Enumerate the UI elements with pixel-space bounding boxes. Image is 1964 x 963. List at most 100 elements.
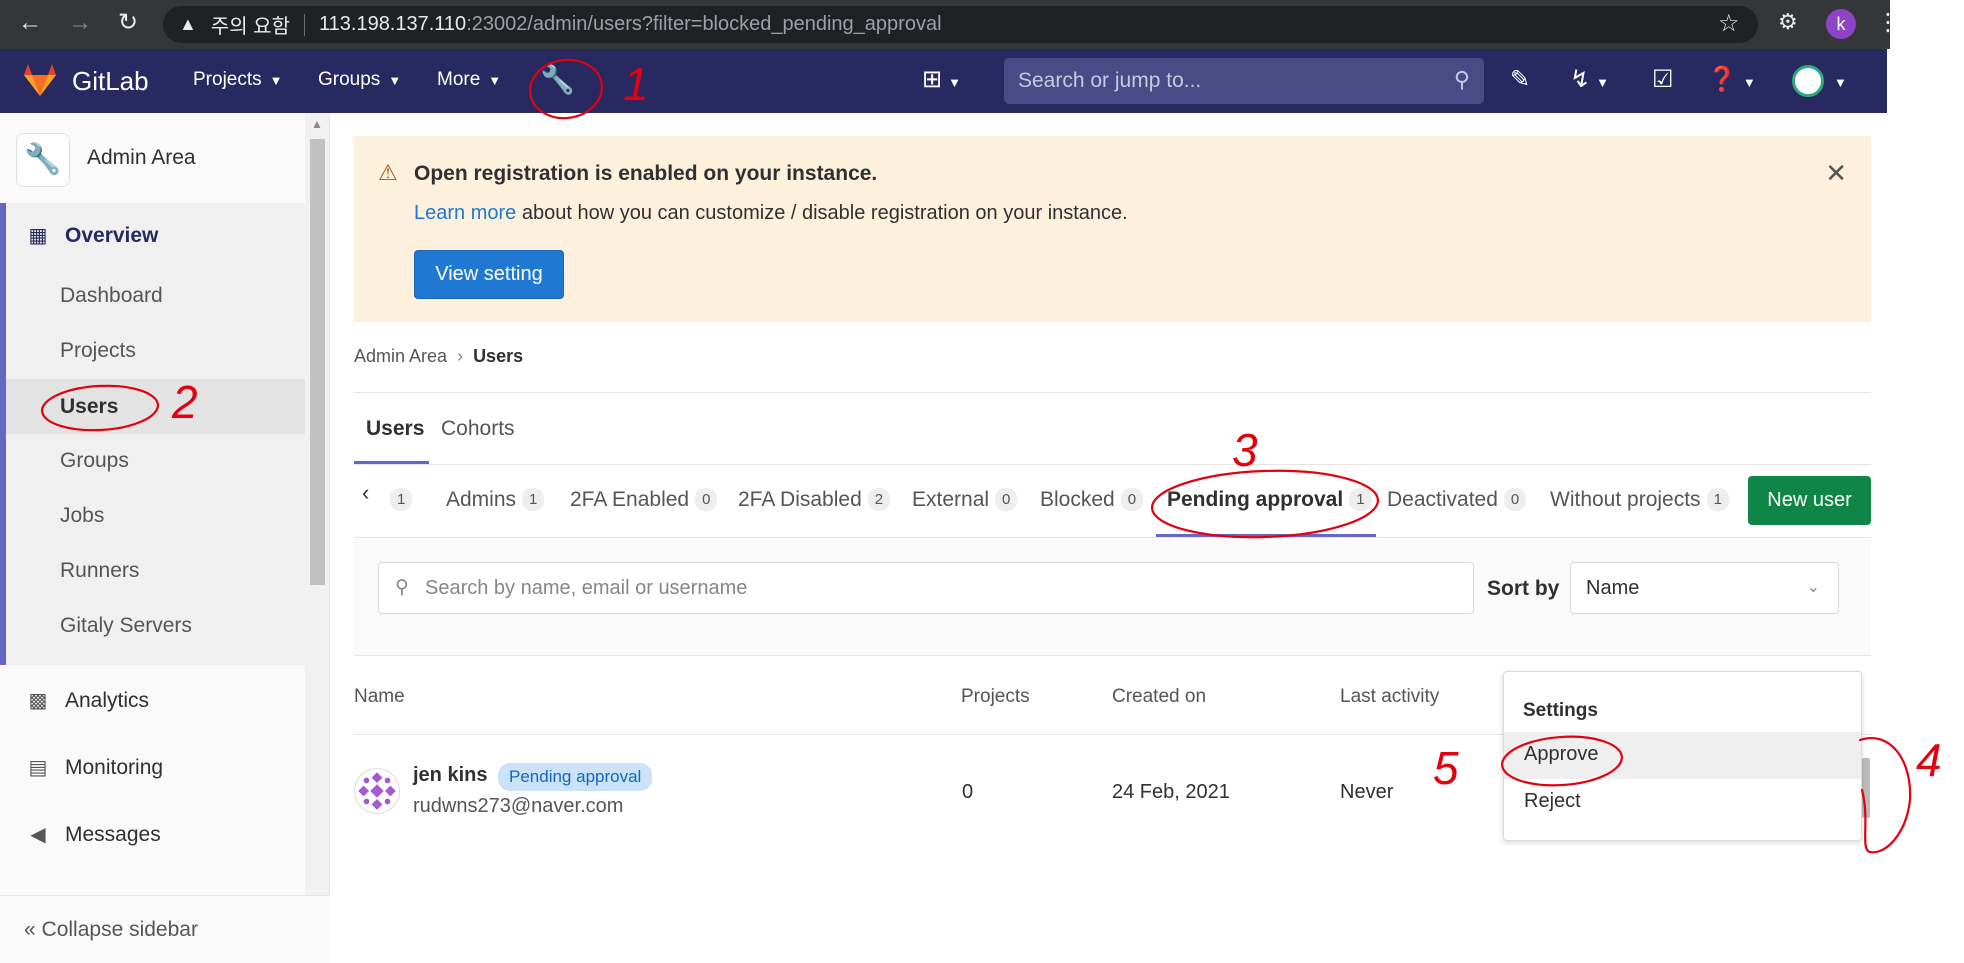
scroll-up-arrow-icon[interactable]: ▲ <box>311 117 323 131</box>
address-divider <box>304 13 305 36</box>
sort-select[interactable]: Name ⌄ <box>1570 562 1839 614</box>
sidebar-item-dashboard[interactable]: Dashboard <box>60 284 163 308</box>
user-name-link[interactable]: jen kins <box>413 764 487 787</box>
address-bar[interactable]: ▲ 주의 요함 113.198.137.110 :23002/admin/use… <box>163 6 1758 43</box>
merge-requests-icon[interactable]: ↯ ▼ <box>1570 65 1609 94</box>
sidebar-item-runners[interactable]: Runners <box>60 559 139 583</box>
grid-icon: ▦ <box>28 225 48 247</box>
url-host: 113.198.137.110 <box>319 13 467 35</box>
browser-profile-avatar[interactable]: k <box>1826 9 1856 39</box>
approve-menu-item[interactable]: Approve <box>1504 732 1861 779</box>
filter-tab-label: Admins <box>446 488 517 511</box>
filter-tab-without-projects[interactable]: Without projects 1 <box>1550 488 1729 512</box>
filter-tab-label: Deactivated <box>1387 488 1498 511</box>
column-header-projects: Projects <box>961 686 1030 707</box>
count-badge: 1 <box>1706 488 1729 511</box>
filter-tab-active[interactable]: 1 <box>384 488 413 512</box>
breadcrumb-admin-area[interactable]: Admin Area <box>354 346 447 366</box>
view-setting-button[interactable]: View setting <box>414 250 564 299</box>
nav-projects-label: Projects <box>193 69 262 90</box>
tab-cohorts[interactable]: Cohorts <box>441 417 515 441</box>
filter-tab-label: Blocked <box>1040 488 1115 511</box>
collapse-sidebar-button[interactable]: « Collapse sidebar <box>0 895 330 963</box>
admin-wrench-icon[interactable]: 🔧 <box>540 63 575 96</box>
filter-tab-label: 2FA Disabled <box>738 488 862 511</box>
count-badge: 0 <box>995 488 1018 511</box>
new-item-plus-icon[interactable]: ⊞ ▼ <box>922 65 961 94</box>
sidebar-item-label: Monitoring <box>65 755 164 779</box>
user-actions-toggle[interactable] <box>1862 758 1870 818</box>
chevron-down-icon: ▼ <box>1742 75 1756 90</box>
new-user-button[interactable]: New user <box>1748 476 1871 525</box>
help-icon[interactable]: ❓ ▼ <box>1707 65 1756 94</box>
sidebar-item-groups[interactable]: Groups <box>60 449 129 473</box>
todos-icon[interactable]: ☑ <box>1652 65 1674 94</box>
filter-tab-external[interactable]: External 0 <box>912 488 1018 512</box>
forward-arrow-icon[interactable]: → <box>58 9 102 37</box>
nav-more-label: More <box>437 69 481 90</box>
search-sort-bar: ⚲ Search by name, email or username Sort… <box>354 539 1871 656</box>
browser-menu-icon[interactable]: ⋮ <box>1876 8 1900 37</box>
sidebar-item-analytics[interactable]: ▩ Analytics <box>25 688 149 713</box>
breadcrumb-users[interactable]: Users <box>473 346 523 366</box>
user-email: rudwns273@naver.com <box>413 795 624 817</box>
sidebar-item-label: Analytics <box>65 688 150 712</box>
global-search-input[interactable]: Search or jump to... ⚲ <box>1004 58 1484 104</box>
chevron-left-icon[interactable]: ‹ <box>362 480 369 506</box>
learn-more-link[interactable]: Learn more <box>414 202 516 224</box>
user-avatar-menu[interactable] <box>1792 65 1824 97</box>
filter-tab-2fa-disabled[interactable]: 2FA Disabled 2 <box>738 488 891 512</box>
filter-tab-deactivated[interactable]: Deactivated 0 <box>1387 488 1527 512</box>
user-projects-count: 0 <box>962 781 974 803</box>
sort-by-label: Sort by <box>1487 577 1560 600</box>
sidebar-item-jobs[interactable]: Jobs <box>60 504 104 528</box>
bookmark-star-icon[interactable]: ☆ <box>1718 9 1740 38</box>
active-tab-indicator <box>1156 534 1376 537</box>
user-search-placeholder: Search by name, email or username <box>425 577 748 599</box>
user-actions-dropdown: Settings Approve Reject <box>1503 671 1862 841</box>
reload-icon[interactable]: ↻ <box>106 8 150 37</box>
chevron-down-icon: ▼ <box>1596 75 1609 90</box>
scrollbar-thumb[interactable] <box>310 139 325 585</box>
sidebar-item-monitoring[interactable]: ▤ Monitoring <box>25 755 164 780</box>
sidebar-item-label: Overview <box>65 223 159 247</box>
column-header-name: Name <box>354 686 405 707</box>
back-arrow-icon[interactable]: ← <box>8 9 52 37</box>
sidebar-item-projects[interactable]: Projects <box>60 339 136 363</box>
sidebar-item-messages[interactable]: ◀ Messages <box>25 822 161 847</box>
avatar[interactable] <box>354 768 400 814</box>
sidebar-item-overview[interactable]: ▦ Overview <box>25 223 159 248</box>
filter-tab-2fa-enabled[interactable]: 2FA Enabled 0 <box>570 488 718 512</box>
count-badge: 1 <box>390 488 413 511</box>
filter-tab-admins[interactable]: Admins 1 <box>446 488 545 512</box>
sidebar-active-highlight <box>6 379 305 434</box>
chevron-down-icon: ▼ <box>948 75 961 90</box>
sidebar-overview-group <box>0 203 305 665</box>
filter-tab-pending-approval[interactable]: Pending approval 1 <box>1167 488 1372 512</box>
sidebar-scrollbar[interactable]: ▲ <box>305 113 329 963</box>
registration-alert: ⚠ Open registration is enabled on your i… <box>354 136 1871 322</box>
search-icon: ⚲ <box>395 577 409 598</box>
nav-projects[interactable]: Projects ▼ <box>193 69 283 91</box>
gitlab-brand[interactable]: GitLab <box>72 66 149 97</box>
sidebar-header[interactable]: 🔧 Admin Area <box>0 113 305 203</box>
tab-users[interactable]: Users <box>366 417 424 441</box>
puzzle-extensions-icon[interactable]: ⚙ <box>1778 9 1798 35</box>
reject-menu-item[interactable]: Reject <box>1504 779 1861 826</box>
sidebar-item-label: Messages <box>65 822 161 846</box>
sidebar-item-gitaly-servers[interactable]: Gitaly Servers <box>60 614 192 638</box>
nav-more[interactable]: More ▼ <box>437 69 501 91</box>
megaphone-icon: ◀ <box>30 824 46 846</box>
users-tabs: Users Cohorts <box>354 393 1871 465</box>
count-badge: 1 <box>522 488 545 511</box>
gitlab-header: GitLab Projects ▼ Groups ▼ More ▼ 🔧 ⊞ ▼ Sear… <box>0 49 1887 113</box>
active-tab-indicator <box>354 461 429 464</box>
nav-groups[interactable]: Groups ▼ <box>318 69 401 91</box>
gitlab-logo-icon[interactable] <box>22 63 58 97</box>
close-icon[interactable]: ✕ <box>1825 158 1847 189</box>
sidebar-item-users[interactable]: Users <box>60 395 118 419</box>
filter-tab-blocked[interactable]: Blocked 0 <box>1040 488 1144 512</box>
chevron-down-icon[interactable]: ▼ <box>1834 75 1847 90</box>
user-search-input[interactable]: ⚲ Search by name, email or username <box>378 562 1474 614</box>
issues-icon[interactable]: ✎ <box>1510 65 1530 94</box>
